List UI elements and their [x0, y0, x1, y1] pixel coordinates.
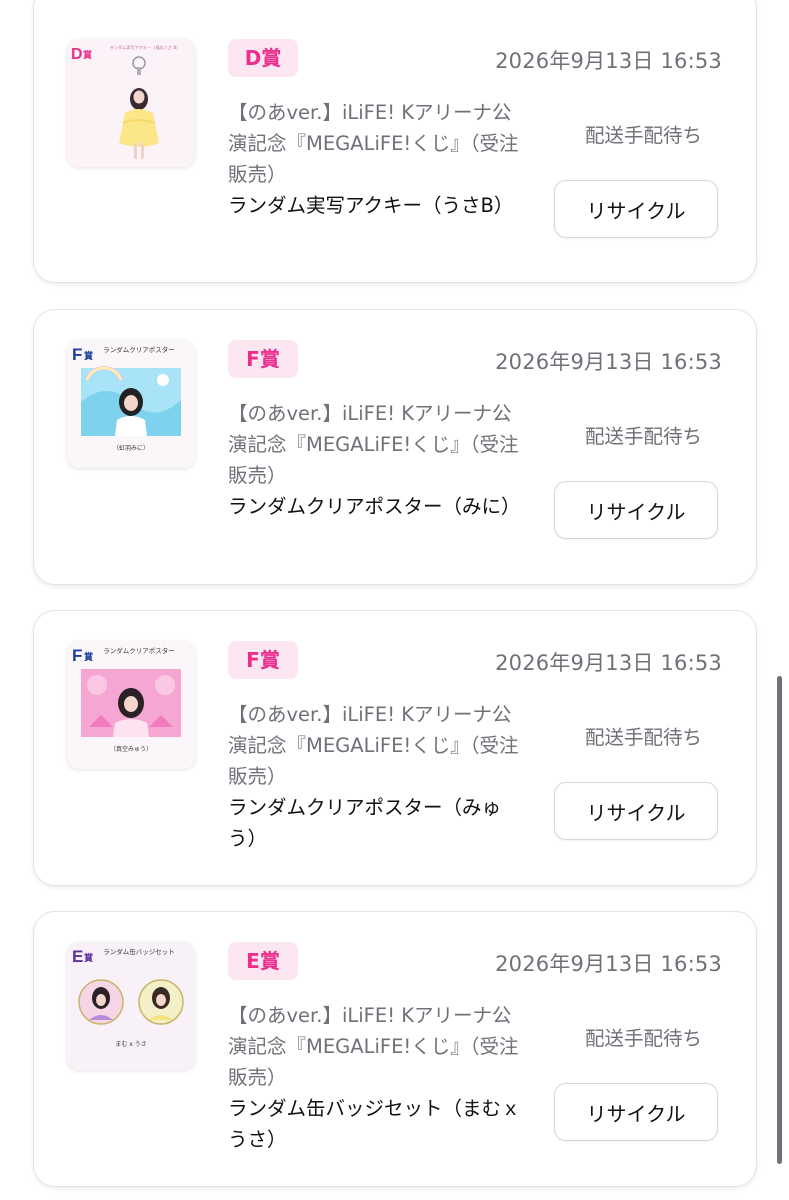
prize-name: ランダム実写アクキー（うさB）: [228, 194, 514, 217]
clear-poster-thumbnail: F 賞 ランダムクリアポスター （虹羽みに）: [67, 340, 195, 468]
prize-badge: F賞: [228, 641, 298, 679]
recycle-button[interactable]: リサイクル: [554, 481, 718, 539]
thumb-caption: ランダムクリアポスター: [103, 345, 175, 354]
prize-list: D 賞 ランダム実写アクキー（福丸うさ B） D賞 2026年9月13日 16:…: [0, 0, 789, 1200]
prize-card[interactable]: F 賞 ランダムクリアポスター （虹羽みに） F賞 2026年9月13日 16:…: [33, 309, 757, 585]
draw-date: 2026年9月13日 16:53: [495, 49, 722, 73]
thumb-letter: F: [72, 646, 82, 665]
draw-date: 2026年9月13日 16:53: [495, 350, 722, 374]
recycle-button[interactable]: リサイクル: [554, 180, 718, 238]
prize-name: ランダムクリアポスター（みゅう）: [228, 796, 502, 850]
thumb-letter: F: [72, 345, 82, 364]
recycle-button[interactable]: リサイクル: [554, 782, 718, 840]
vertical-scrollbar[interactable]: [777, 676, 782, 1164]
lottery-description: 【のあver.】iLiFE! Kアリーナ公演記念『MEGALiFE!くじ』（受注…: [228, 402, 519, 487]
thumb-letter-suffix: 賞: [84, 651, 93, 663]
thumb-subcaption: まむ x うさ: [115, 1041, 146, 1048]
thumb-caption: ランダム実写アクキー（福丸うさ B）: [110, 44, 181, 51]
clear-poster-image: F 賞 ランダムクリアポスター （虹羽みに）: [67, 340, 195, 468]
lottery-description: 【のあver.】iLiFE! Kアリーナ公演記念『MEGALiFE!くじ』（受注…: [228, 101, 519, 186]
badge-set-image: E 賞 ランダム缶バッジセット まむ x うさ: [67, 942, 195, 1070]
draw-date: 2026年9月13日 16:53: [495, 651, 722, 675]
prize-card[interactable]: F 賞 ランダムクリアポスター （真空みゅう） F賞 2026年9月13日 16…: [33, 610, 757, 886]
thumb-caption: ランダム缶バッジセット: [103, 947, 175, 956]
prize-badge: E賞: [228, 942, 298, 980]
clear-poster-image: F 賞 ランダムクリアポスター （真空みゅう）: [67, 641, 195, 769]
badge-set-thumbnail: E 賞 ランダム缶バッジセット まむ x うさ: [67, 942, 195, 1070]
prize-name: ランダム缶バッジセット（まむｘうさ）: [228, 1097, 521, 1151]
thumb-letter-suffix: 賞: [83, 49, 92, 61]
thumb-letter: E: [72, 947, 83, 966]
thumb-letter-suffix: 賞: [84, 350, 93, 362]
draw-date: 2026年9月13日 16:53: [495, 952, 722, 976]
shipping-status: 配送手配待ち: [584, 124, 702, 147]
thumb-letter: D: [71, 46, 83, 63]
prize-name: ランダムクリアポスター（みに）: [228, 495, 521, 518]
thumb-subcaption: （真空みゅう）: [110, 745, 152, 753]
shipping-status: 配送手配待ち: [584, 1027, 702, 1050]
lottery-description: 【のあver.】iLiFE! Kアリーナ公演記念『MEGALiFE!くじ』（受注…: [228, 1004, 519, 1089]
shipping-status: 配送手配待ち: [584, 726, 702, 749]
prize-card[interactable]: D 賞 ランダム実写アクキー（福丸うさ B） D賞 2026年9月13日 16:…: [33, 0, 757, 283]
clear-poster-thumbnail: F 賞 ランダムクリアポスター （真空みゅう）: [67, 641, 195, 769]
lottery-description: 【のあver.】iLiFE! Kアリーナ公演記念『MEGALiFE!くじ』（受注…: [228, 703, 519, 788]
recycle-button[interactable]: リサイクル: [554, 1083, 718, 1141]
acrylic-keychain-image: D 賞 ランダム実写アクキー（福丸うさ B）: [67, 39, 195, 167]
prize-badge: F賞: [228, 340, 298, 378]
prize-badge: D賞: [228, 39, 298, 77]
shipping-status: 配送手配待ち: [584, 425, 702, 448]
thumb-caption: ランダムクリアポスター: [103, 646, 175, 655]
acrylic-keychain-thumbnail: D 賞 ランダム実写アクキー（福丸うさ B）: [67, 39, 195, 167]
prize-card[interactable]: E 賞 ランダム缶バッジセット まむ x うさ E賞 2026年9月13日 16…: [33, 911, 757, 1187]
thumb-letter-suffix: 賞: [84, 952, 93, 964]
thumb-subcaption: （虹羽みに）: [113, 444, 149, 452]
